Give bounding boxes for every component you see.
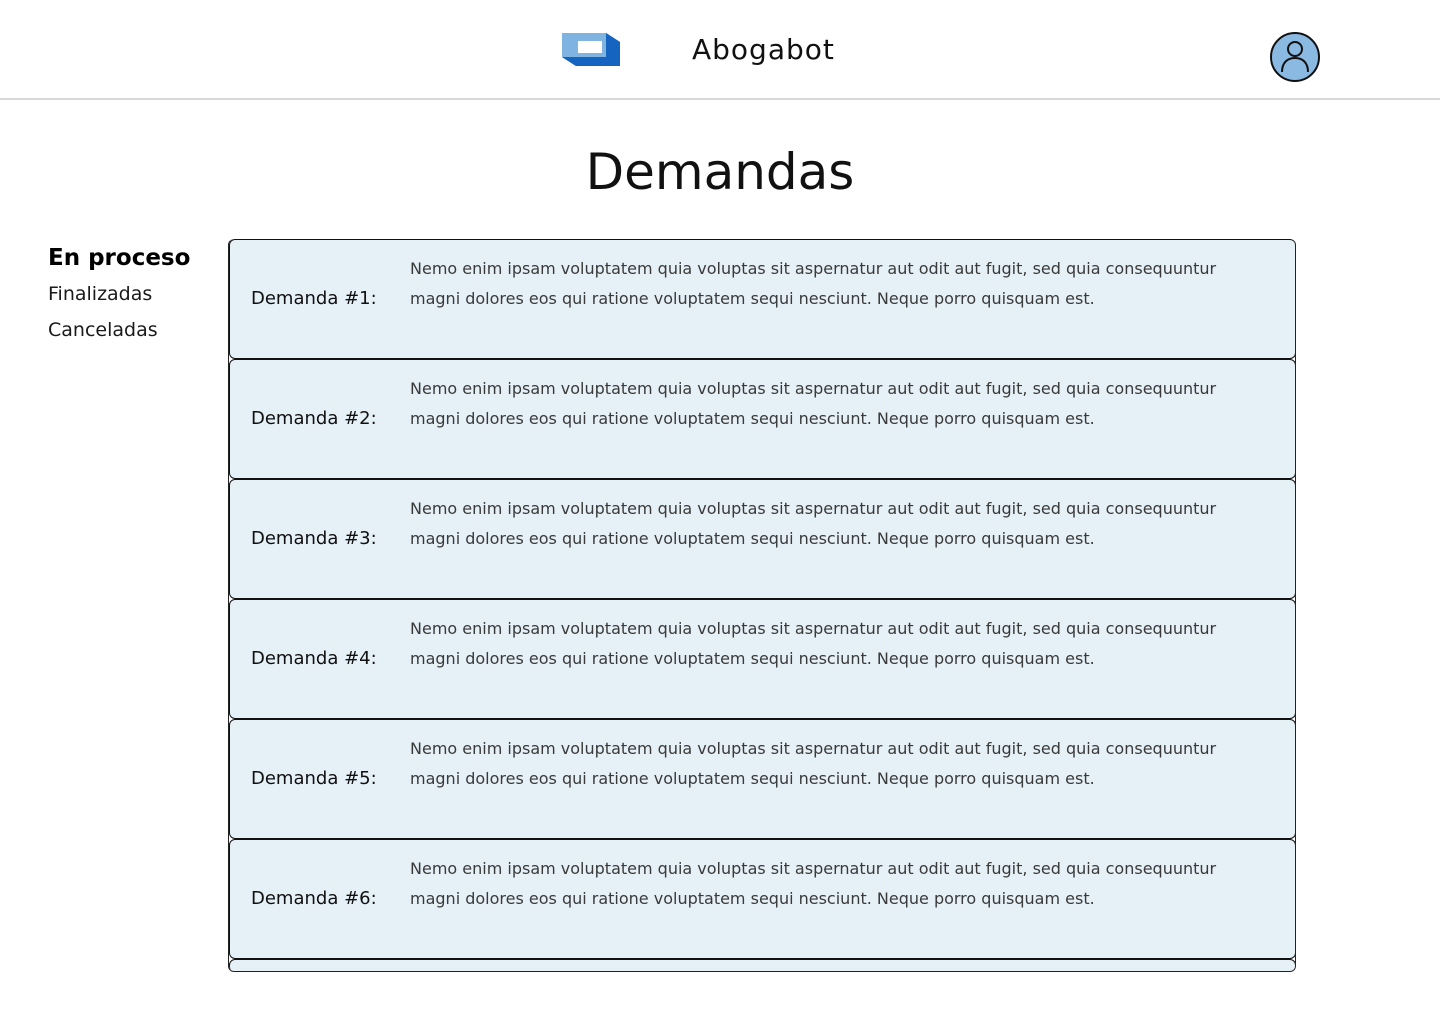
demanda-description: Nemo enim ipsam voluptatem quia voluptas… [410, 619, 1217, 668]
demanda-description: Nemo enim ipsam voluptatem quia voluptas… [410, 499, 1217, 548]
demanda-description: Nemo enim ipsam voluptatem quia voluptas… [410, 259, 1217, 308]
demanda-label: Demanda #4: [251, 648, 377, 669]
demanda-row[interactable]: Demanda #4: Nemo enim ipsam voluptatem q… [229, 599, 1295, 719]
demanda-row-partial[interactable] [229, 959, 1295, 971]
demanda-row[interactable]: Demanda #1: Nemo enim ipsam voluptatem q… [229, 239, 1295, 359]
demanda-row[interactable]: Demanda #2: Nemo enim ipsam voluptatem q… [229, 359, 1295, 479]
logo-icon[interactable] [562, 33, 620, 66]
demanda-description: Nemo enim ipsam voluptatem quia voluptas… [410, 739, 1217, 788]
demanda-row[interactable]: Demanda #3: Nemo enim ipsam voluptatem q… [229, 479, 1295, 599]
demanda-label: Demanda #6: [251, 888, 377, 909]
top-header: Abogabot [0, 0, 1440, 100]
demanda-label: Demanda #2: [251, 408, 377, 429]
status-filter-nav: En proceso Finalizadas Canceladas [48, 240, 218, 348]
user-avatar-icon[interactable] [1270, 32, 1320, 82]
sidebar-item-en-proceso[interactable]: En proceso [48, 240, 218, 276]
demanda-description: Nemo enim ipsam voluptatem quia voluptas… [410, 859, 1217, 908]
sidebar-item-finalizadas[interactable]: Finalizadas [48, 276, 218, 312]
demanda-label: Demanda #1: [251, 288, 377, 309]
page-title: Demandas [585, 143, 855, 201]
app-title: Abogabot [692, 33, 835, 66]
sidebar-item-canceladas[interactable]: Canceladas [48, 312, 218, 348]
demanda-label: Demanda #5: [251, 768, 377, 789]
demanda-row[interactable]: Demanda #5: Nemo enim ipsam voluptatem q… [229, 719, 1295, 839]
demandas-list[interactable]: Demanda #1: Nemo enim ipsam voluptatem q… [228, 239, 1296, 972]
demanda-row[interactable]: Demanda #6: Nemo enim ipsam voluptatem q… [229, 839, 1295, 959]
demanda-description: Nemo enim ipsam voluptatem quia voluptas… [410, 379, 1217, 428]
demanda-label: Demanda #3: [251, 528, 377, 549]
